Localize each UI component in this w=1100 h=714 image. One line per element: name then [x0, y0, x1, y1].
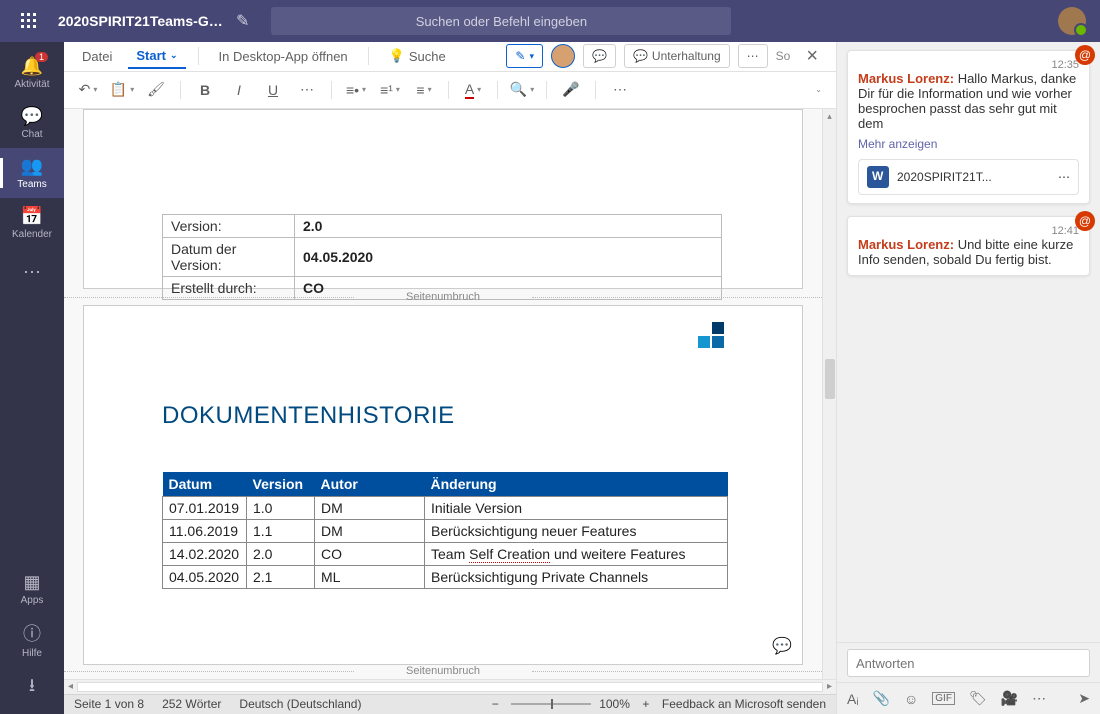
chat-author: Markus Lorenz: — [858, 71, 954, 86]
more-ribbon-button[interactable]: ⋯ — [738, 44, 768, 68]
vertical-scrollbar[interactable]: ▴ — [822, 109, 836, 679]
format-icon[interactable]: Aᵢ — [847, 691, 859, 707]
ribbon-tabs: Datei Start ⌄ In Desktop-App öffnen 💡 Su… — [64, 42, 836, 72]
zoom-value: 100% — [599, 697, 630, 711]
rail-help[interactable]: ⓘ Hilfe — [0, 614, 64, 664]
history-table: DatumVersionAutorÄnderung 07.01.20191.0D… — [162, 472, 728, 589]
app-launcher-icon[interactable] — [8, 13, 50, 29]
table-row: 14.02.20202.0COTeam Self Creation und we… — [163, 542, 728, 565]
search-in-doc[interactable]: 💡 Suche — [381, 44, 454, 68]
clipboard-button[interactable]: 📋 — [108, 76, 136, 104]
numbering-button[interactable]: ≡¹ — [376, 76, 404, 104]
document-panel: Datei Start ⌄ In Desktop-App öffnen 💡 Su… — [64, 42, 836, 714]
language-indicator[interactable]: Deutsch (Deutschland) — [239, 697, 361, 711]
company-logo-icon — [696, 322, 724, 350]
apps-icon: ▦ — [23, 572, 40, 593]
calendar-icon: 📅 — [21, 206, 43, 227]
word-file-icon — [867, 166, 889, 188]
page-indicator[interactable]: Seite 1 von 8 — [74, 697, 144, 711]
chat-message[interactable]: @ 12:35 Markus Lorenz: Hallo Markus, dan… — [847, 50, 1090, 204]
scroll-right-icon[interactable]: ▸ — [827, 681, 832, 692]
conversation-button[interactable]: 💬 Unterhaltung — [624, 44, 730, 68]
mention-icon: @ — [1075, 45, 1095, 65]
word-count[interactable]: 252 Wörter — [162, 697, 221, 711]
underline-button[interactable]: U — [259, 76, 287, 104]
compose-toolbar: Aᵢ 📎 ☺ GIF 🏷 🎥 ⋯ ➤ — [837, 682, 1100, 714]
open-desktop-link[interactable]: In Desktop-App öffnen — [211, 45, 356, 68]
rail-apps[interactable]: ▦ Apps — [0, 564, 64, 614]
file-attachment[interactable]: 2020SPIRIT21T... ⋯ — [858, 159, 1079, 195]
font-color-button[interactable]: A — [459, 76, 487, 104]
status-bar: Seite 1 von 8 252 Wörter Deutsch (Deutsc… — [64, 694, 836, 714]
coauthor-avatar[interactable] — [551, 44, 575, 68]
help-icon: ⓘ — [23, 620, 41, 646]
table-row: 11.06.20191.1DMBerücksichtigung neuer Fe… — [163, 519, 728, 542]
horizontal-scrollbar[interactable]: ◂ ▸ — [64, 679, 836, 694]
gif-icon[interactable]: GIF — [932, 692, 955, 705]
reply-input[interactable] — [847, 649, 1090, 677]
bullets-button[interactable]: ≡• — [342, 76, 370, 104]
dictate-button[interactable]: 🎤 — [557, 76, 585, 104]
tab-file[interactable]: Datei — [74, 45, 120, 68]
send-icon[interactable]: ➤ — [1078, 690, 1090, 707]
ellipsis-icon: ⋯ — [23, 262, 41, 283]
app-rail: 1 🔔 Aktivität 💬 Chat 👥 Teams 📅 Kalender … — [0, 42, 64, 714]
rail-activity[interactable]: 1 🔔 Aktivität — [0, 48, 64, 98]
comment-icon[interactable]: 💬 — [772, 636, 792, 656]
document-title: 2020SPIRIT21Teams-Governan... — [58, 13, 228, 29]
download-icon: ⭳ — [29, 673, 35, 703]
rename-icon[interactable]: ✎ — [236, 11, 249, 31]
more-compose-icon[interactable]: ⋯ — [1032, 690, 1046, 707]
teams-titlebar: 2020SPIRIT21Teams-Governan... ✎ Suchen o… — [0, 0, 1100, 42]
chat-icon: 💬 — [21, 106, 43, 127]
rail-download[interactable]: ⭳ — [0, 664, 64, 714]
align-button[interactable]: ≡ — [410, 76, 438, 104]
chat-author: Markus Lorenz: — [858, 237, 954, 252]
more-font-button[interactable]: ⋯ — [293, 76, 321, 104]
more-format-button[interactable]: ⋯ — [606, 76, 634, 104]
show-more-link[interactable]: Mehr anzeigen — [858, 137, 1079, 151]
italic-button[interactable]: I — [225, 76, 253, 104]
table-row: 04.05.20202.1MLBerücksichtigung Private … — [163, 565, 728, 588]
bold-button[interactable]: B — [191, 76, 219, 104]
user-avatar[interactable] — [1058, 7, 1086, 35]
metadata-table: Version:2.0 Datum der Version:04.05.2020… — [162, 214, 722, 300]
attach-icon[interactable]: 📎 — [873, 690, 890, 707]
mention-icon: @ — [1075, 211, 1095, 231]
format-toolbar: ↶ 📋 🖌 B I U ⋯ ≡• ≡¹ ≡ A 🔍 🎤 ⋯ ⌄ — [64, 72, 836, 109]
chat-icon-button[interactable]: 💬 — [583, 44, 616, 68]
feedback-link[interactable]: Feedback an Microsoft senden — [662, 697, 826, 711]
reply-box — [837, 642, 1100, 682]
zoom-out-button[interactable]: − — [487, 697, 503, 711]
table-row: 07.01.20191.0DMInitiale Version — [163, 496, 728, 519]
edit-mode-button[interactable]: ✎ ▾ — [506, 44, 543, 68]
emoji-icon[interactable]: ☺ — [904, 691, 918, 707]
zoom-in-button[interactable]: + — [638, 697, 654, 711]
scroll-thumb[interactable] — [825, 359, 835, 399]
teams-icon: 👥 — [21, 156, 43, 177]
scroll-left-icon[interactable]: ◂ — [68, 681, 73, 692]
document-canvas[interactable]: Version:2.0 Datum der Version:04.05.2020… — [64, 109, 822, 679]
format-painter-button[interactable]: 🖌 — [142, 76, 170, 104]
tab-start[interactable]: Start ⌄ — [128, 44, 185, 69]
rail-chat[interactable]: 💬 Chat — [0, 98, 64, 148]
chat-message[interactable]: @ 12:41 Markus Lorenz: Und bitte eine ku… — [847, 216, 1090, 276]
sticker-icon[interactable]: 🏷 — [969, 690, 987, 707]
doc-heading: DOKUMENTENHISTORIE — [162, 402, 724, 430]
undo-button[interactable]: ↶ — [74, 76, 102, 104]
conversation-panel: @ 12:35 Markus Lorenz: Hallo Markus, dan… — [836, 42, 1100, 714]
rail-calendar[interactable]: 📅 Kalender — [0, 198, 64, 248]
collapse-ribbon-icon[interactable]: ⌄ — [811, 85, 826, 94]
rail-more[interactable]: ⋯ — [0, 248, 64, 298]
find-button[interactable]: 🔍 — [508, 76, 536, 104]
file-more-icon[interactable]: ⋯ — [1058, 170, 1070, 184]
zoom-slider[interactable] — [511, 703, 591, 705]
rail-teams[interactable]: 👥 Teams — [0, 148, 64, 198]
close-button[interactable]: × — [798, 45, 826, 68]
page-break-marker: Seitenumbruch — [64, 665, 822, 677]
meet-icon[interactable]: 🎥 — [1001, 690, 1018, 707]
page-break-marker: Seitenumbruch — [64, 291, 822, 303]
command-search-input[interactable]: Suchen oder Befehl eingeben — [271, 7, 731, 35]
